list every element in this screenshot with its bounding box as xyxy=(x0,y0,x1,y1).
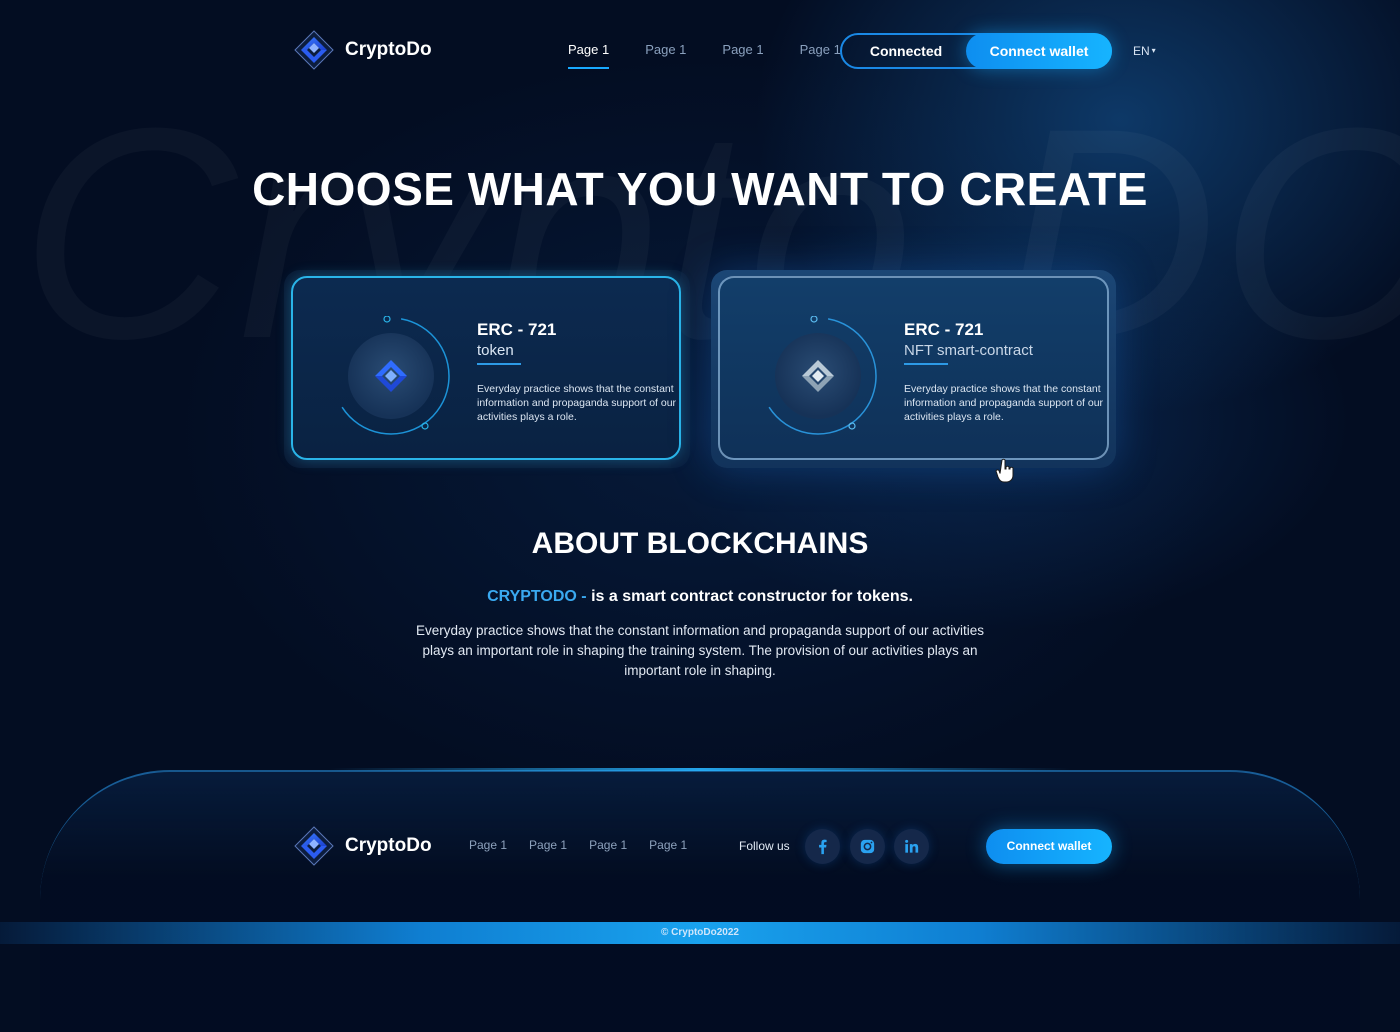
footer-nav-item-1[interactable]: Page 1 xyxy=(469,838,507,852)
wallet-group: Connected Connect wallet xyxy=(840,33,1112,69)
cryptodo-logo-blue-icon xyxy=(375,360,407,392)
header-logo[interactable]: CryptoDo xyxy=(293,29,432,71)
linkedin-icon xyxy=(905,839,919,853)
footer-panel xyxy=(40,770,1360,1032)
nft-disc xyxy=(775,333,861,419)
page-title: CHOOSE WHAT YOU WANT TO CREATE xyxy=(252,163,1148,215)
card-description: Everyday practice shows that the constan… xyxy=(477,383,677,423)
nav-item-3[interactable]: Page 1 xyxy=(722,42,763,57)
card-erc721-nft[interactable]: ERC - 721 NFT smart-contract Everyday pr… xyxy=(711,270,1116,468)
hand-cursor-icon xyxy=(995,458,1014,483)
footer-nav-item-4[interactable]: Page 1 xyxy=(649,838,687,852)
card-inner: ERC - 721 token Everyday practice shows … xyxy=(291,276,681,460)
nav-item-1[interactable]: Page 1 xyxy=(568,42,610,69)
about-brand: CRYPTODO - xyxy=(487,588,587,605)
instagram-button[interactable] xyxy=(850,829,885,864)
about-lead: CRYPTODO - is a smart contract construct… xyxy=(0,588,1400,606)
footer-nav: Page 1 Page 1 Page 1 Page 1 xyxy=(469,838,687,852)
card-underline xyxy=(477,363,521,365)
nav-item-2[interactable]: Page 1 xyxy=(645,42,686,57)
brand-name: CryptoDo xyxy=(345,39,432,60)
connect-wallet-button[interactable]: Connect wallet xyxy=(966,33,1112,69)
instagram-icon xyxy=(860,839,875,854)
facebook-button[interactable] xyxy=(805,829,840,864)
about-body: Everyday practice shows that the constan… xyxy=(415,623,985,678)
card-underline xyxy=(904,363,948,365)
copyright-text: © CryptoDo2022 xyxy=(661,927,739,938)
linkedin-button[interactable] xyxy=(894,829,929,864)
language-select[interactable]: EN ▾ xyxy=(1133,44,1156,58)
nav-item-4[interactable]: Page 1 xyxy=(800,42,841,57)
follow-us-label: Follow us xyxy=(739,839,790,853)
caret-down-icon: ▾ xyxy=(1151,46,1156,55)
footer-connect-wallet-button[interactable]: Connect wallet xyxy=(986,829,1112,864)
background-watermark: Crypto DO xyxy=(20,60,1400,406)
cryptodo-logo-icon xyxy=(294,30,334,70)
footer-nav-item-2[interactable]: Page 1 xyxy=(529,838,567,852)
card-description: Everyday practice shows that the constan… xyxy=(904,383,1104,423)
brand-name: CryptoDo xyxy=(345,835,432,856)
language-label: EN xyxy=(1133,44,1150,58)
footer-nav-item-3[interactable]: Page 1 xyxy=(589,838,627,852)
card-subtitle: token xyxy=(477,342,514,359)
footer-logo[interactable]: CryptoDo xyxy=(293,825,432,867)
cryptodo-logo-silver-icon xyxy=(802,360,834,392)
cryptodo-logo-icon xyxy=(294,826,334,866)
token-disc xyxy=(348,333,434,419)
connected-button[interactable]: Connected xyxy=(842,35,970,67)
card-inner: ERC - 721 NFT smart-contract Everyday pr… xyxy=(718,276,1109,460)
card-subtitle: NFT smart-contract xyxy=(904,342,1033,359)
header-nav: Page 1 Page 1 Page 1 Page 1 xyxy=(568,42,841,69)
card-title: ERC - 721 xyxy=(477,320,557,339)
about-title: ABOUT BLOCKCHAINS xyxy=(531,527,869,560)
about-lead-text: is a smart contract constructor for toke… xyxy=(586,588,913,605)
card-erc721-token[interactable]: ERC - 721 token Everyday practice shows … xyxy=(284,270,690,468)
facebook-icon xyxy=(819,839,827,855)
card-title: ERC - 721 xyxy=(904,320,984,339)
footer-glow-line xyxy=(330,768,1070,771)
